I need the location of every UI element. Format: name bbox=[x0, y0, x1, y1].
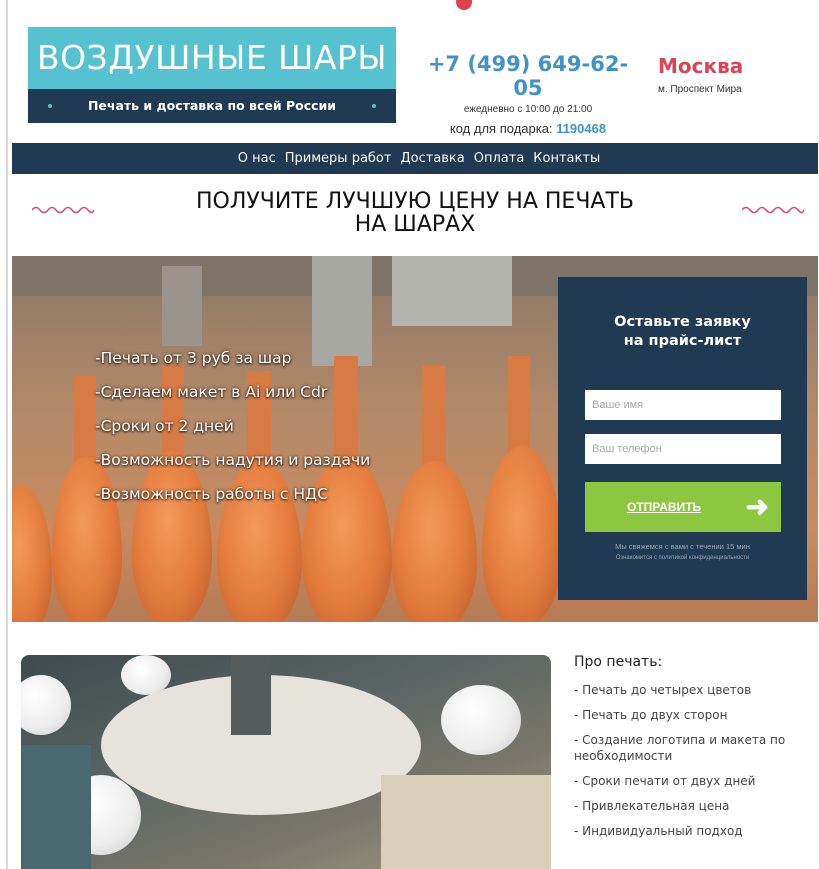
privacy-link[interactable]: Ознакомится с политикой конфиденциальнос… bbox=[558, 555, 807, 561]
nav-item-about[interactable]: О нас bbox=[238, 151, 276, 166]
benefit-item: -Возможность работы с НДС bbox=[95, 485, 328, 503]
about-item: - Печать до двух сторон bbox=[574, 708, 728, 722]
dot-icon bbox=[48, 104, 52, 108]
logo-tagline: Печать и доставка по всей России bbox=[87, 98, 337, 113]
about-item: - Индивидуальный подход bbox=[574, 824, 743, 838]
nav-item-delivery[interactable]: Доставка bbox=[400, 151, 464, 166]
arrow-right-icon: ➜ bbox=[745, 491, 769, 522]
name-input[interactable] bbox=[585, 390, 781, 420]
wave-decoration-right bbox=[742, 206, 804, 214]
gift-code-label: код для подарка: bbox=[449, 121, 553, 136]
wave-decoration-left bbox=[32, 206, 94, 214]
printing-machine-photo bbox=[21, 655, 551, 869]
benefit-item: -Возможность надутия и раздачи bbox=[95, 451, 371, 469]
contact-block: +7 (499) 649-62-05 ежедневно с 10:00 до … bbox=[420, 52, 636, 136]
phone-number[interactable]: +7 (499) 649-62-05 bbox=[420, 52, 636, 100]
logo[interactable]: ВОЗДУШНЫЕ ШАРЫ Печать и доставка по всей… bbox=[28, 27, 396, 123]
nav-item-portfolio[interactable]: Примеры работ bbox=[285, 151, 392, 166]
about-item: - Печать до четырех цветов bbox=[574, 683, 752, 697]
about-item: - Создание логотипа и макета по необходи… bbox=[574, 733, 786, 763]
about-printing: Про печать: - Печать до четырех цветов -… bbox=[574, 654, 810, 848]
form-title-line-1: Оставьте заявку bbox=[614, 314, 751, 330]
gift-code-line: код для подарка: 1190468 bbox=[420, 121, 636, 136]
about-title: Про печать: bbox=[574, 654, 663, 670]
dot-icon bbox=[372, 104, 376, 108]
benefit-item: -Сделаем макет в Ai или Cdr bbox=[95, 383, 328, 401]
form-title-line-2: на прайс-лист bbox=[623, 333, 742, 349]
balloon-decoration bbox=[456, 0, 472, 10]
main-nav: О нас Примеры работ Доставка Оплата Конт… bbox=[12, 143, 818, 174]
working-hours: ежедневно с 10:00 до 21:00 bbox=[463, 104, 593, 115]
city: Москва bbox=[658, 54, 744, 78]
about-item: - Сроки печати от двух дней bbox=[574, 774, 756, 788]
headline-line-1: ПОЛУЧИТЕ ЛУЧШУЮ ЦЕНУ НА ПЕЧАТЬ bbox=[195, 189, 634, 214]
submit-button[interactable]: ОТПРАВИТЬ ➜ bbox=[585, 482, 781, 532]
logo-tagline-bar: Печать и доставка по всей России bbox=[28, 89, 396, 123]
nav-item-payment[interactable]: Оплата bbox=[474, 151, 525, 166]
submit-label: ОТПРАВИТЬ bbox=[627, 500, 702, 514]
headline-line-2: НА ШАРАХ bbox=[354, 212, 476, 237]
benefit-item: -Печать от 3 руб за шар bbox=[95, 349, 292, 367]
left-border bbox=[6, 0, 8, 869]
benefits-list: -Печать от 3 руб за шар -Сделаем макет в… bbox=[95, 349, 370, 519]
nav-item-contacts[interactable]: Контакты bbox=[533, 151, 600, 166]
location-block: Москва м. Проспект Мира bbox=[658, 54, 743, 95]
about-item: - Привлекательная цена bbox=[574, 799, 730, 813]
about-list: - Печать до четырех цветов - Печать до д… bbox=[574, 682, 810, 839]
logo-title: ВОЗДУШНЫЕ ШАРЫ bbox=[28, 27, 396, 89]
gift-code: 1190468 bbox=[556, 121, 607, 136]
callback-note: Мы свяжемся с вами с течении 15 мин bbox=[615, 542, 750, 551]
price-request-form: Оставьте заявку на прайс-лист ОТПРАВИТЬ … bbox=[558, 277, 807, 600]
benefit-item: -Сроки от 2 дней bbox=[95, 417, 234, 435]
form-title: Оставьте заявку на прайс-лист bbox=[558, 313, 807, 351]
page-headline: ПОЛУЧИТЕ ЛУЧШУЮ ЦЕНУ НА ПЕЧАТЬ НА ШАРАХ bbox=[140, 190, 690, 236]
hero-section: -Печать от 3 руб за шар -Сделаем макет в… bbox=[12, 256, 818, 622]
metro-station: м. Проспект Мира bbox=[658, 84, 742, 95]
phone-input[interactable] bbox=[585, 434, 781, 464]
